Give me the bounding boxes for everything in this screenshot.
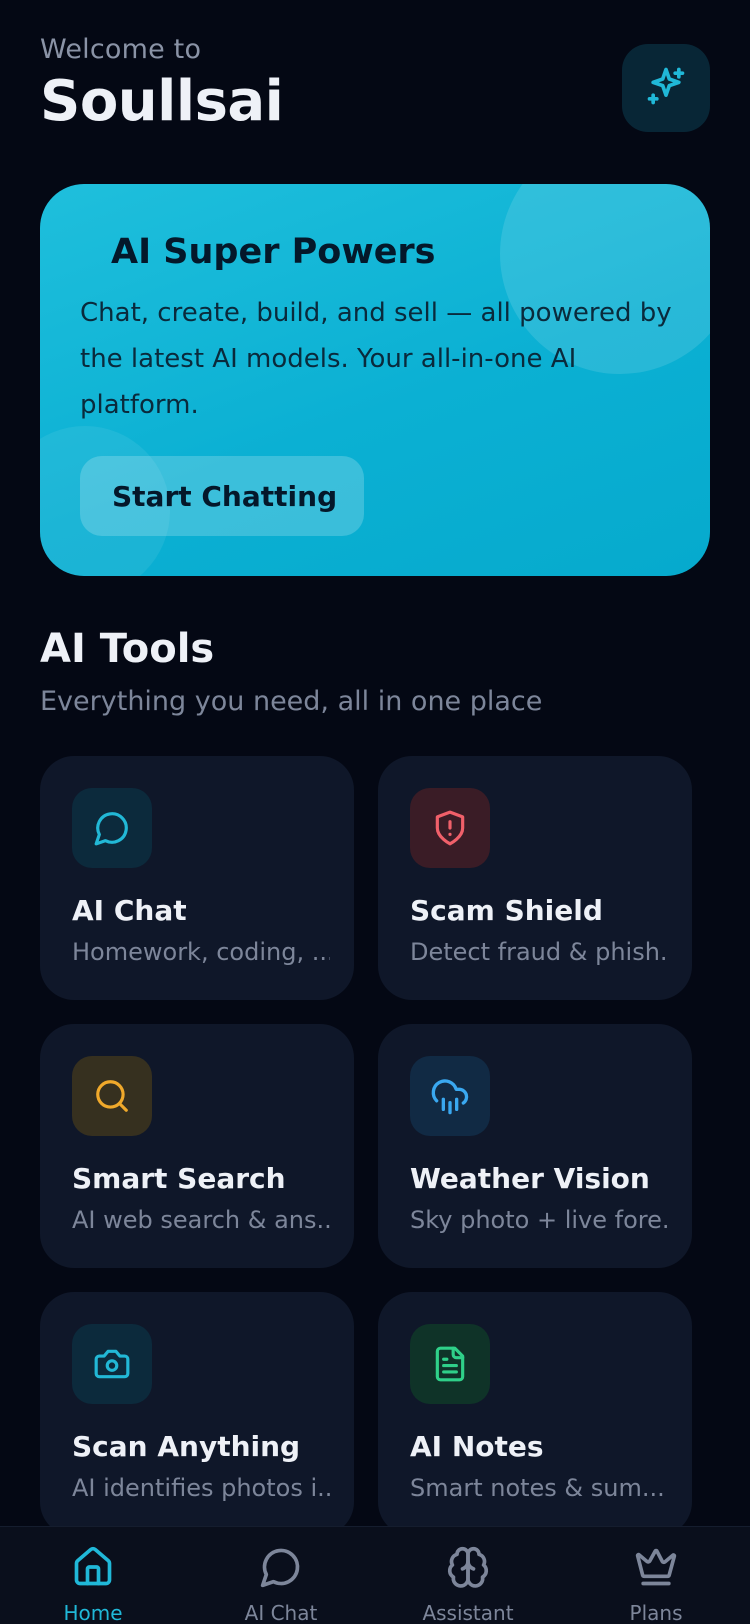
chat-bubble-icon bbox=[259, 1545, 303, 1593]
nav-label: AI Chat bbox=[244, 1601, 318, 1624]
tool-card-subtitle: Homework, coding, ... bbox=[72, 938, 330, 966]
tool-card-ai-notes[interactable]: AI Notes Smart notes & sum... bbox=[378, 1292, 692, 1536]
sparkles-icon bbox=[644, 64, 688, 112]
crown-icon bbox=[634, 1545, 678, 1593]
camera-icon bbox=[72, 1324, 152, 1404]
shield-alert-icon bbox=[410, 788, 490, 868]
header: Welcome to Soullsai bbox=[40, 34, 710, 144]
file-text-icon bbox=[410, 1324, 490, 1404]
welcome-text: Welcome to bbox=[40, 34, 202, 65]
tool-card-scam-shield[interactable]: Scam Shield Detect fraud & phish... bbox=[378, 756, 692, 1000]
nav-label: Plans bbox=[629, 1601, 683, 1624]
tool-card-subtitle: AI web search & ans... bbox=[72, 1206, 330, 1234]
cloud-rain-icon bbox=[410, 1056, 490, 1136]
hero-title: AI Super Powers bbox=[111, 232, 436, 272]
home-icon bbox=[71, 1545, 115, 1593]
hero-description: Chat, create, build, and sell — all powe… bbox=[80, 298, 672, 420]
tool-card-title: Weather Vision bbox=[410, 1162, 650, 1195]
tool-card-title: AI Chat bbox=[72, 894, 187, 927]
tool-card-title: Scan Anything bbox=[72, 1430, 301, 1463]
start-chatting-button[interactable]: Start Chatting bbox=[80, 456, 364, 536]
nav-label: Assistant bbox=[422, 1601, 514, 1624]
brain-icon bbox=[446, 1545, 490, 1593]
section-title: AI Tools bbox=[40, 626, 215, 672]
nav-item-ai-chat[interactable]: AI Chat bbox=[221, 1545, 341, 1624]
search-icon bbox=[72, 1056, 152, 1136]
app-title: Soullsai bbox=[40, 69, 284, 134]
nav-label: Home bbox=[63, 1601, 123, 1624]
tool-card-smart-search[interactable]: Smart Search AI web search & ans... bbox=[40, 1024, 354, 1268]
tool-card-weather-vision[interactable]: Weather Vision Sky photo + live fore... bbox=[378, 1024, 692, 1268]
nav-item-plans[interactable]: Plans bbox=[596, 1545, 716, 1624]
tool-card-ai-chat[interactable]: AI Chat Homework, coding, ... bbox=[40, 756, 354, 1000]
tool-card-subtitle: AI identifies photos i... bbox=[72, 1474, 330, 1502]
tool-card-title: Smart Search bbox=[72, 1162, 286, 1195]
section-subtitle: Everything you need, all in one place bbox=[40, 686, 543, 717]
tool-card-subtitle: Detect fraud & phish... bbox=[410, 938, 668, 966]
tool-card-scan-anything[interactable]: Scan Anything AI identifies photos i... bbox=[40, 1292, 354, 1536]
tool-card-title: Scam Shield bbox=[410, 894, 603, 927]
bottom-nav: Home AI Chat Assistant Plans bbox=[0, 1526, 750, 1624]
nav-item-home[interactable]: Home bbox=[33, 1545, 153, 1624]
hero-card: AI Super Powers Chat, create, build, and… bbox=[40, 184, 710, 576]
sparkle-button[interactable] bbox=[622, 44, 710, 132]
chat-bubble-icon bbox=[72, 788, 152, 868]
tool-card-title: AI Notes bbox=[410, 1430, 544, 1463]
tool-card-subtitle: Sky photo + live fore... bbox=[410, 1206, 668, 1234]
tool-card-subtitle: Smart notes & sum... bbox=[410, 1474, 665, 1502]
nav-item-assistant[interactable]: Assistant bbox=[408, 1545, 528, 1624]
